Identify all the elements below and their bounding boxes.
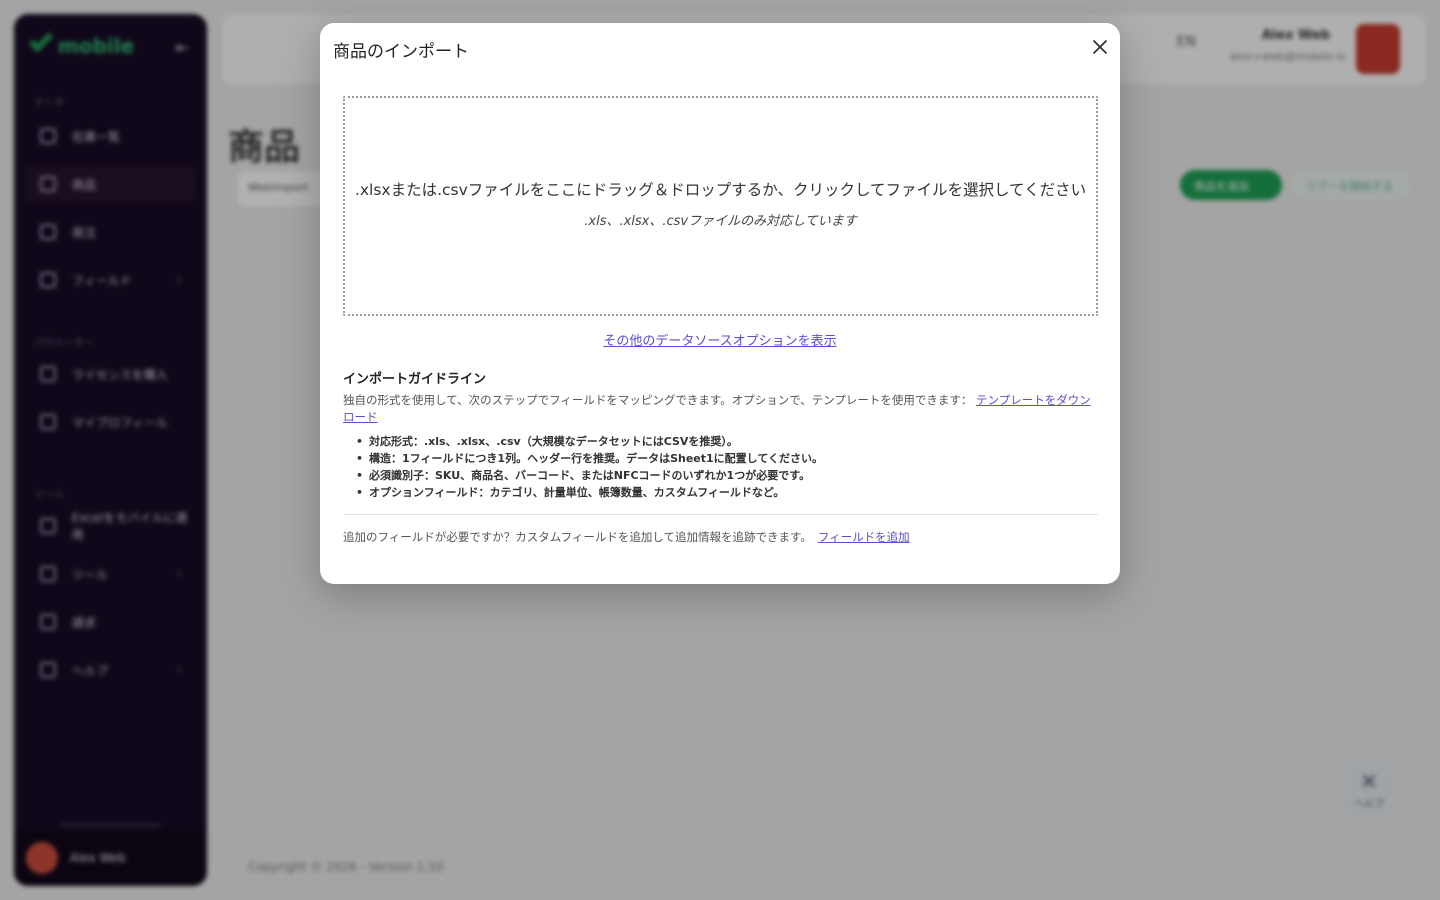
import-modal: 商品のインポート .xlsxまたは.csvファイルをここにドラッグ＆ドロップする… — [320, 23, 1120, 584]
close-button[interactable] — [1088, 35, 1112, 59]
dropzone-instruction: .xlsxまたは.csvファイルをここにドラッグ＆ドロップするか、クリックしてフ… — [354, 180, 1087, 199]
guidelines-description-text: 独自の形式を使用して、次のステップでフィールドをマッピングできます。オプションで… — [343, 393, 973, 407]
more-data-sources-link[interactable]: その他のデータソースオプションを表示 — [320, 330, 1120, 349]
list-item: 必須識別子：SKU、商品名、バーコード、またはNFCコードのいずれか1つが必要で… — [356, 467, 823, 484]
guidelines-list: 対応形式：.xls、.xlsx、.csv（大規模なデータセットにはCSVを推奨）… — [356, 433, 823, 501]
custom-fields-note-text: 追加のフィールドが必要ですか？カスタムフィールドを追加して追加情報を追跡できます… — [343, 530, 812, 544]
guidelines-heading: インポートガイドライン — [343, 372, 487, 387]
divider — [343, 514, 1098, 515]
close-icon — [1093, 40, 1107, 54]
list-item: 構造：1フィールドにつき1列。ヘッダー行を推奨。データはSheet1に配置してく… — [356, 450, 823, 467]
dropzone-supported-formats: .xls、.xlsx、.csvファイルのみ対応しています — [584, 213, 857, 229]
list-item: オプションフィールド：カテゴリ、計量単位、帳簿数量、カスタムフィールドなど。 — [356, 484, 823, 501]
modal-title: 商品のインポート — [333, 42, 469, 62]
custom-fields-note: 追加のフィールドが必要ですか？カスタムフィールドを追加して追加情報を追跡できます… — [343, 529, 910, 545]
file-dropzone[interactable]: .xlsxまたは.csvファイルをここにドラッグ＆ドロップするか、クリックしてフ… — [343, 96, 1098, 316]
list-item: 対応形式：.xls、.xlsx、.csv（大規模なデータセットにはCSVを推奨）… — [356, 433, 823, 450]
add-field-link[interactable]: フィールドを追加 — [818, 530, 910, 544]
guidelines-description: 独自の形式を使用して、次のステップでフィールドをマッピングできます。オプションで… — [343, 392, 1101, 426]
